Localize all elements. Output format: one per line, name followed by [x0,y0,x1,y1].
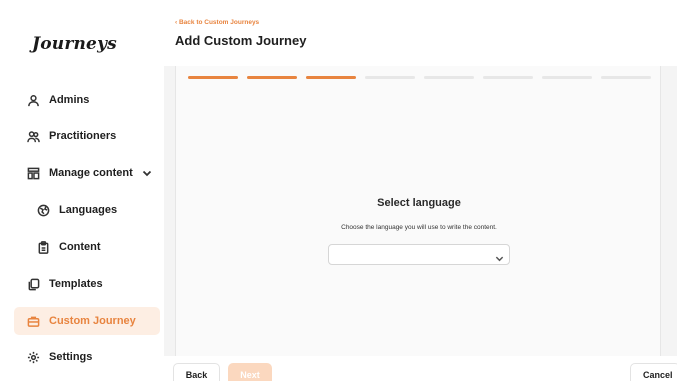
clipboard-icon [36,240,50,254]
sidebar-item-label: Content [59,241,101,253]
footer-bar: Back Next Cancel [164,356,677,381]
copy-icon [26,277,40,291]
progress-step [601,76,651,79]
progress-step [306,76,356,79]
back-button[interactable]: Back [173,363,220,381]
sidebar-item-label: Manage content [49,167,133,179]
sidebar-item-label: Practitioners [49,130,117,142]
wizard-card: Select language Choose the language you … [175,66,661,356]
sidebar-item-languages[interactable]: Languages [36,196,117,224]
chevron-down-icon [495,250,504,268]
sidebar-item-admins[interactable]: Admins [26,86,89,114]
sidebar-item-label: Templates [49,278,103,290]
sidebar-item-manage-content[interactable]: Manage content [26,159,152,187]
app-logo[interactable]: Journeys [32,34,117,54]
page-header: ‹ Back to Custom Journeys Add Custom Jou… [164,0,677,66]
sidebar-item-custom-journey[interactable]: Custom Journey [14,307,160,335]
progress-step [188,76,238,79]
users-icon [26,129,40,143]
sidebar-item-label: Custom Journey [49,315,136,327]
page-title: Add Custom Journey [175,33,307,48]
back-link-label: Back to Custom Journeys [178,19,260,26]
sidebar-item-label: Admins [49,94,90,106]
sidebar-item-settings[interactable]: Settings [26,343,92,371]
progress-step [542,76,592,79]
back-to-custom-journeys-link[interactable]: ‹ Back to Custom Journeys [175,19,259,26]
sidebar-item-label: Settings [49,351,93,363]
next-button[interactable]: Next [228,363,272,381]
progress-step [483,76,533,79]
chevron-left-icon: ‹ [175,19,178,26]
language-select[interactable] [328,244,510,265]
sidebar-item-practitioners[interactable]: Practitioners [26,122,116,150]
user-icon [26,93,40,107]
progress-step [365,76,415,79]
step-title: Select language [377,197,461,209]
sidebar: Journeys Admins Practitioners Manage con… [0,0,164,381]
briefcase-icon [26,314,40,328]
globe-icon [36,203,50,217]
layout-icon [26,166,40,180]
gear-icon [26,350,40,364]
chevron-down-icon[interactable] [142,168,152,178]
sidebar-item-content[interactable]: Content [36,233,101,261]
step-description: Choose the language you will use to writ… [341,224,497,231]
sidebar-item-label: Languages [59,204,118,216]
cancel-button[interactable]: Cancel [630,363,677,381]
progress-step [247,76,297,79]
progress-step [424,76,474,79]
sidebar-item-templates[interactable]: Templates [26,270,103,298]
wizard-progress [188,76,651,79]
